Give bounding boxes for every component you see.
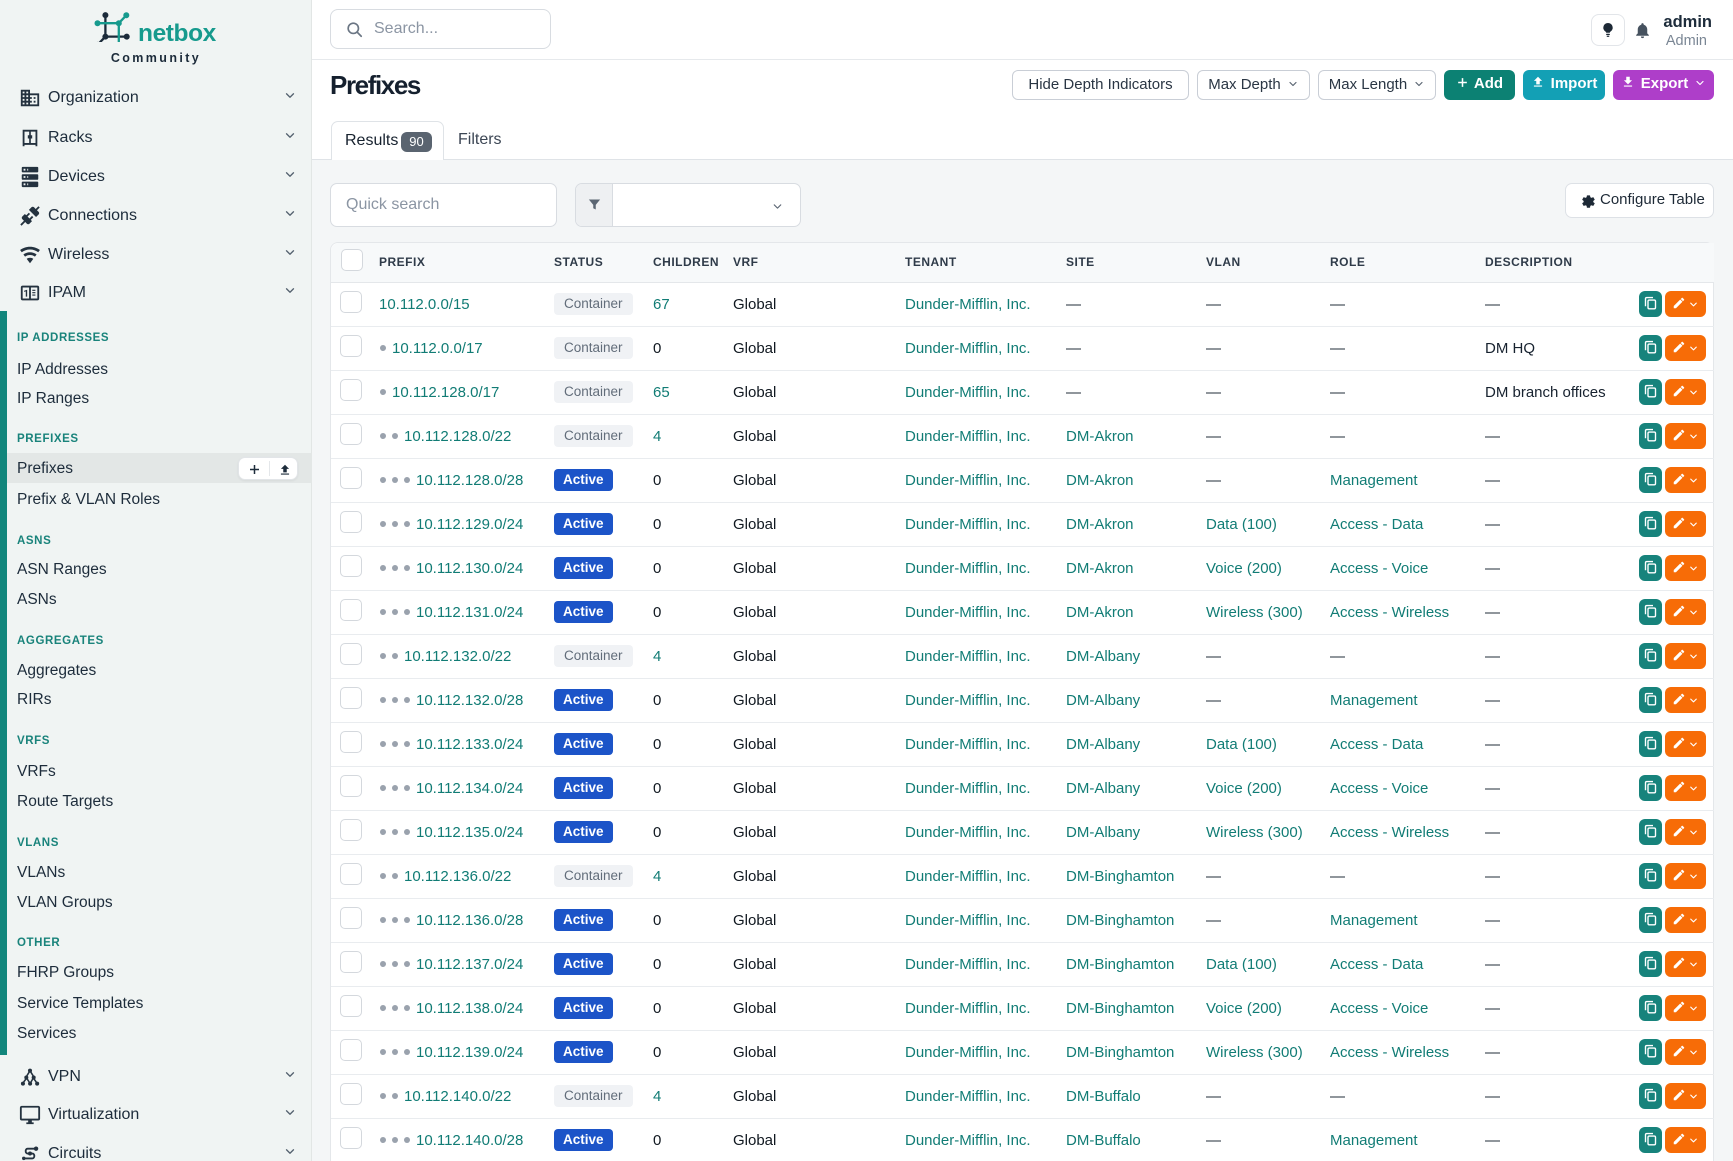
svg-text:netbox: netbox: [138, 20, 217, 42]
